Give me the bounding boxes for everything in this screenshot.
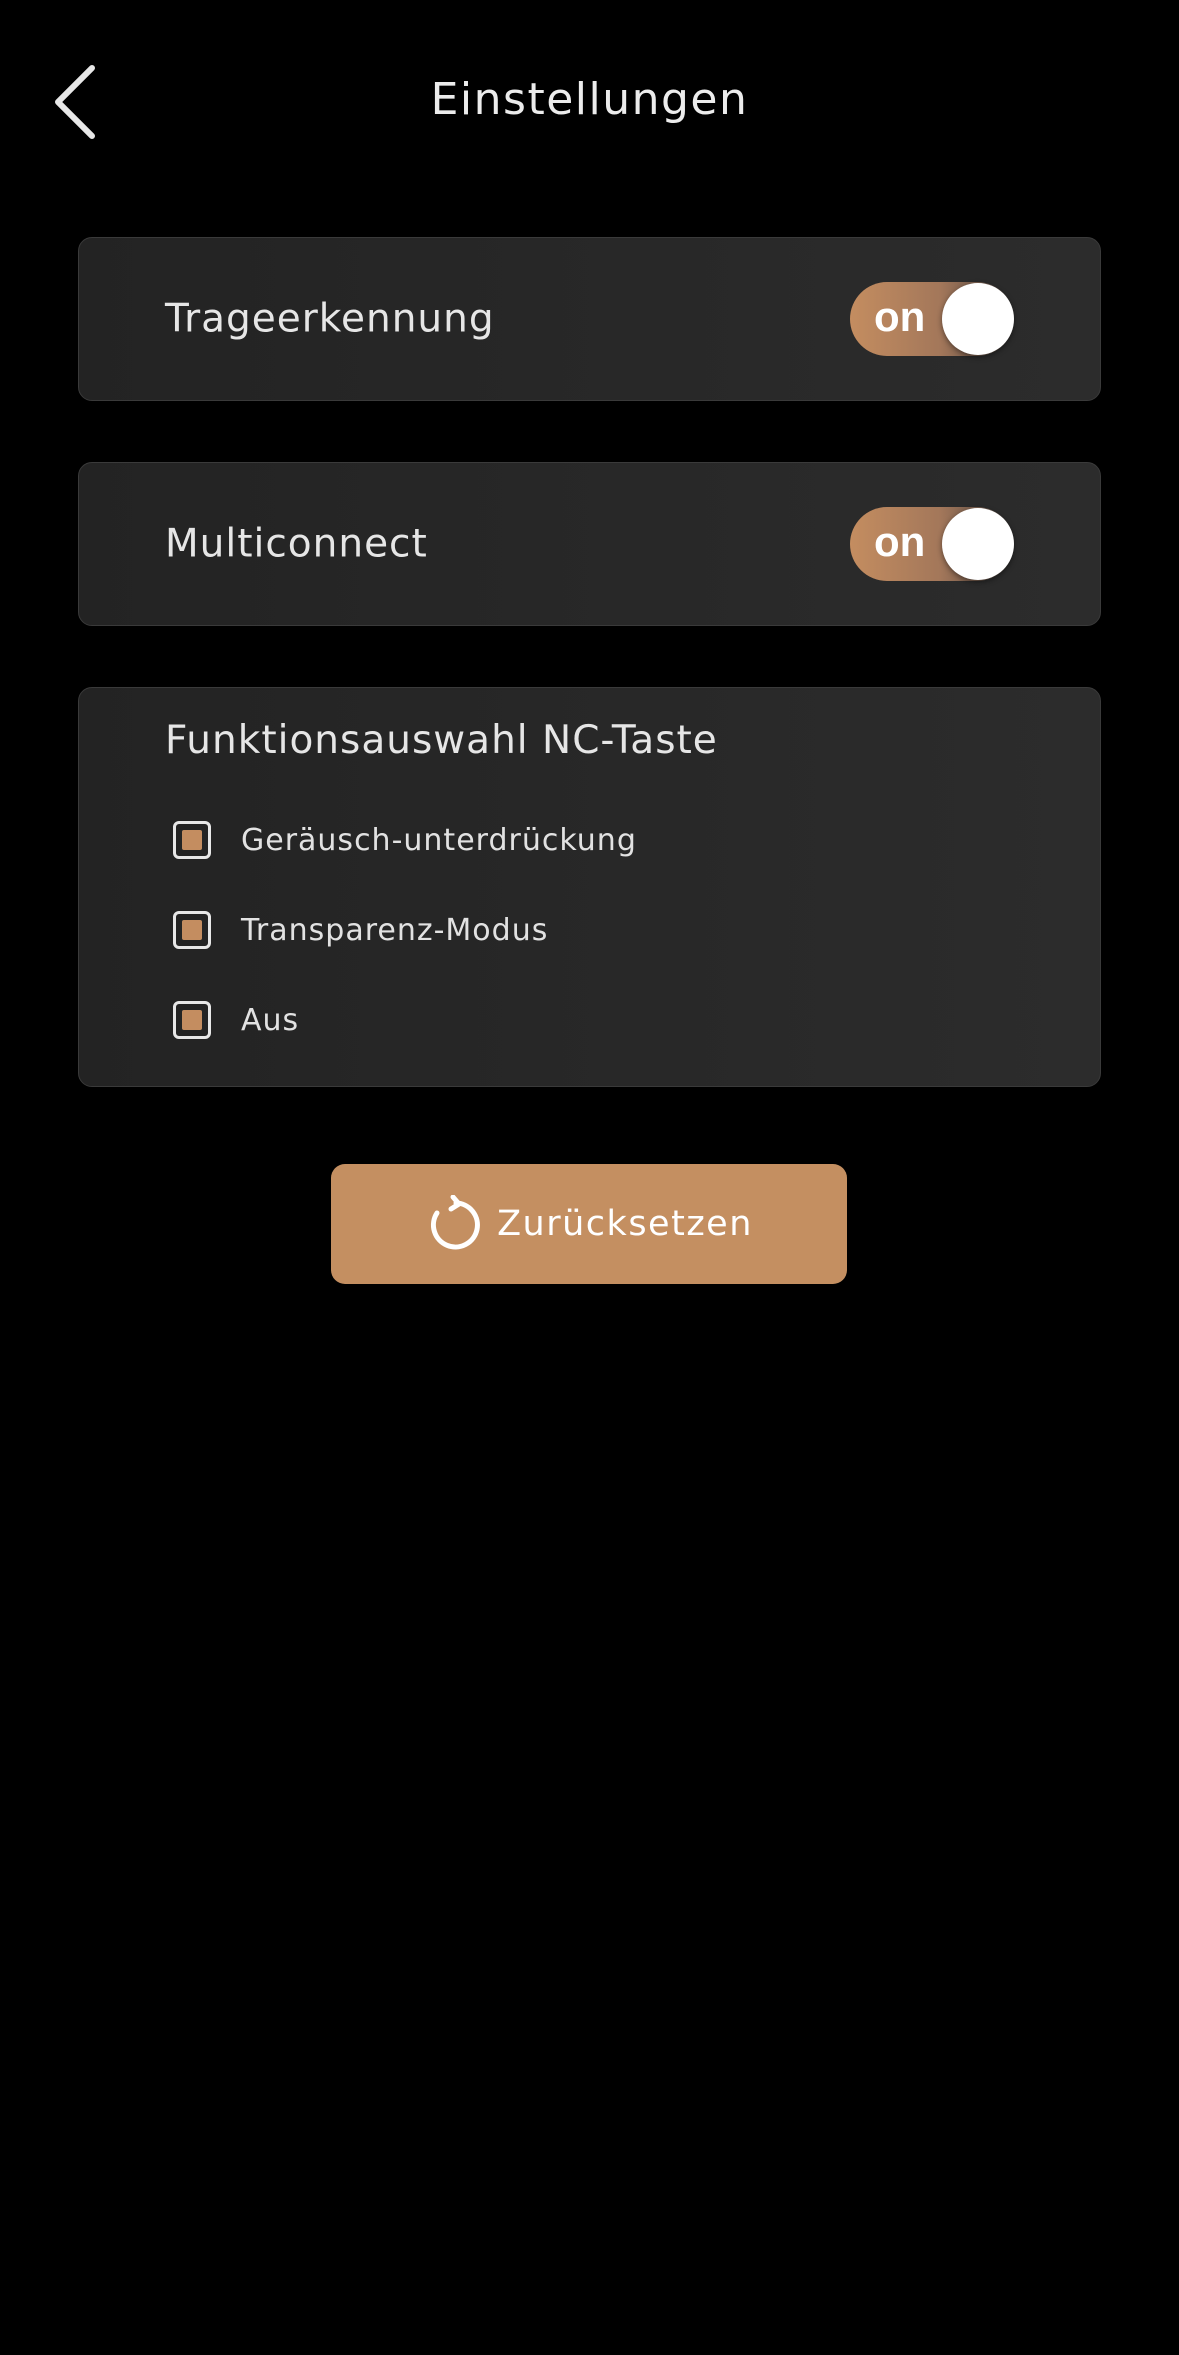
checkbox[interactable]: [173, 821, 211, 859]
toggle-knob: [942, 508, 1014, 580]
reset-icon: [425, 1195, 483, 1253]
option-label: Aus: [241, 1002, 300, 1038]
checkbox-checked-mark: [182, 920, 202, 940]
reset-button[interactable]: Zurücksetzen: [331, 1164, 847, 1284]
toggle-state-text: on: [874, 518, 926, 566]
option-label: Transparenz-Modus: [241, 912, 549, 948]
multiconnect-label: Multiconnect: [165, 521, 428, 567]
option-noise-cancelling[interactable]: Geräusch-unterdrückung: [173, 810, 637, 870]
wear-detection-label: Trageerkennung: [165, 296, 495, 342]
nc-function-title: Funktionsauswahl NC-Taste: [165, 718, 718, 763]
option-transparency-mode[interactable]: Transparenz-Modus: [173, 900, 548, 960]
checkbox-checked-mark: [182, 830, 202, 850]
option-label: Geräusch-unterdrückung: [241, 822, 637, 858]
wear-detection-row: Trageerkennung on: [78, 237, 1101, 401]
checkbox[interactable]: [173, 1001, 211, 1039]
nc-function-card: Funktionsauswahl NC-Taste Geräusch-unter…: [78, 687, 1101, 1087]
reset-label: Zurücksetzen: [497, 1204, 753, 1244]
multiconnect-row: Multiconnect on: [78, 462, 1101, 626]
toggle-knob: [942, 283, 1014, 355]
multiconnect-toggle[interactable]: on: [850, 507, 1014, 581]
page-title: Einstellungen: [430, 74, 749, 125]
checkbox[interactable]: [173, 911, 211, 949]
option-off[interactable]: Aus: [173, 990, 299, 1050]
wear-detection-toggle[interactable]: on: [850, 282, 1014, 356]
checkbox-checked-mark: [182, 1010, 202, 1030]
toggle-state-text: on: [874, 293, 926, 341]
